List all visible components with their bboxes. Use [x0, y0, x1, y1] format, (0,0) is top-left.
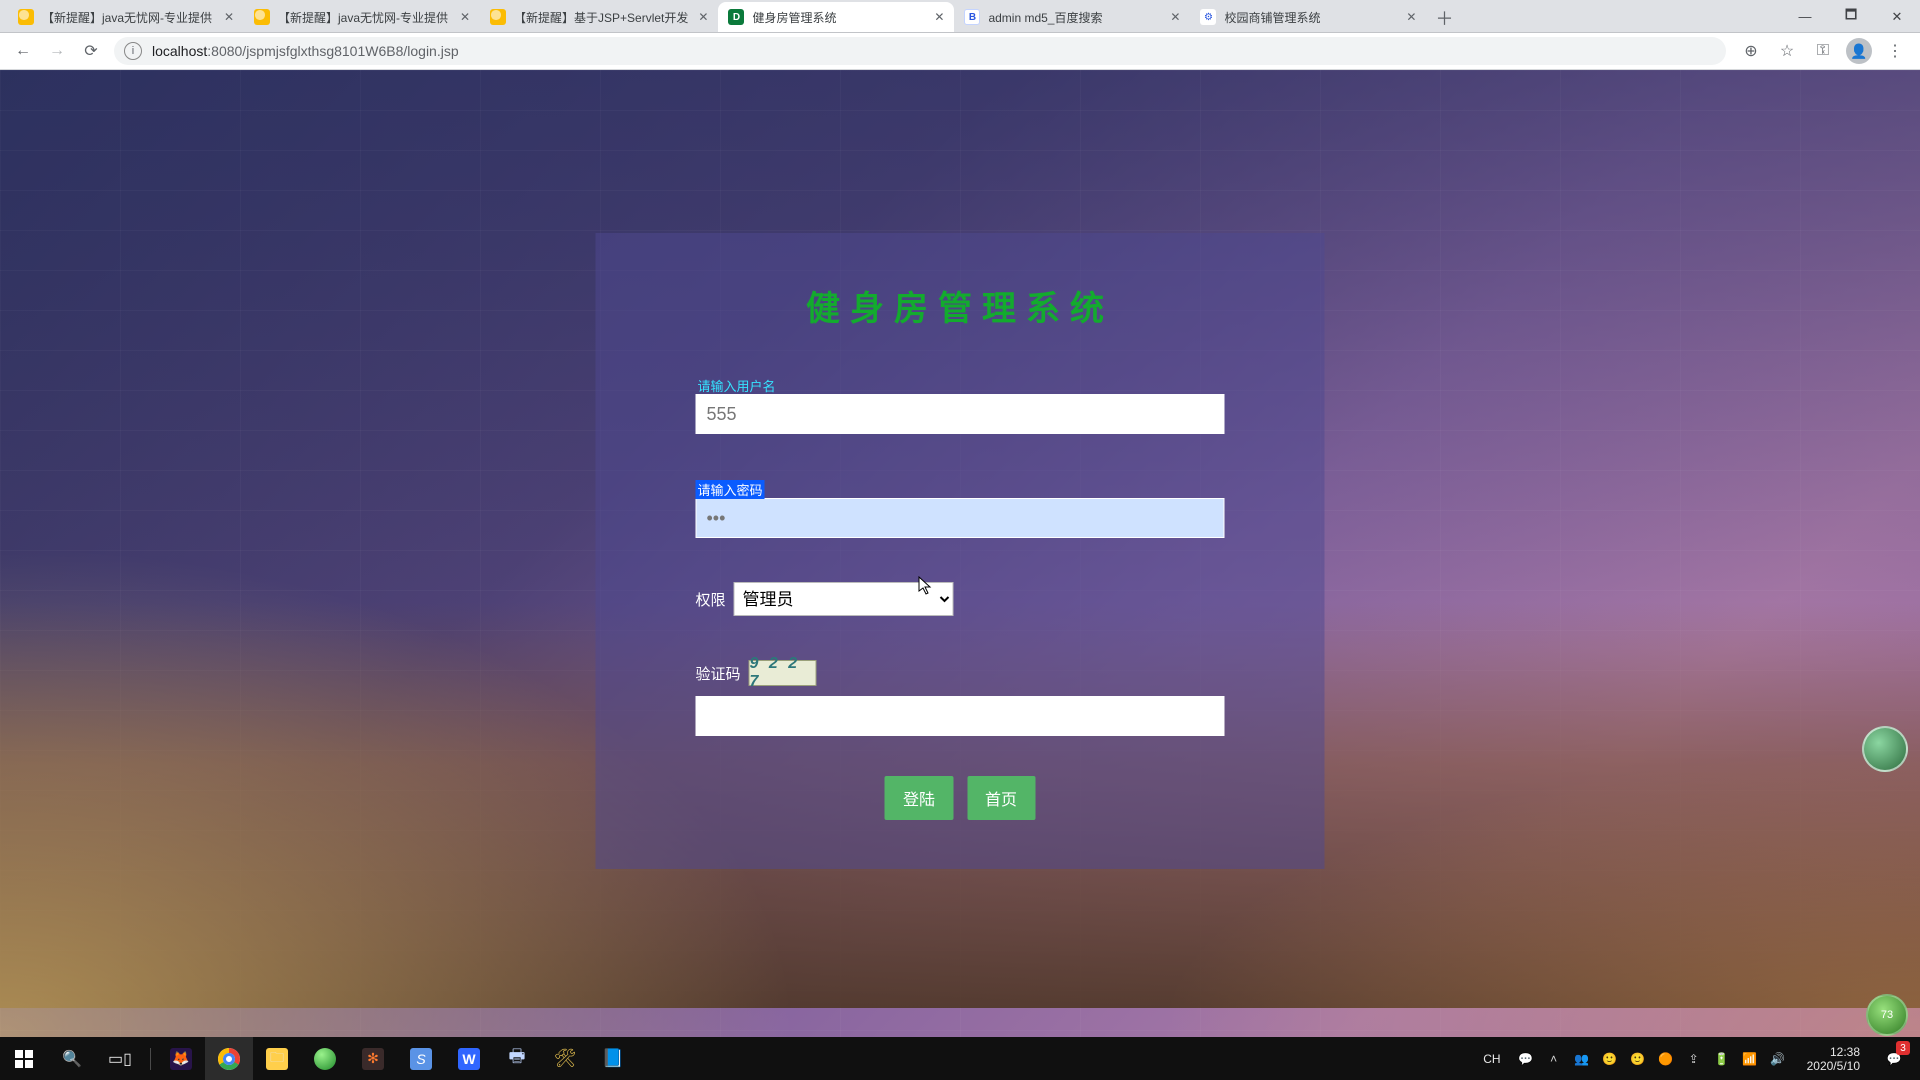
close-icon[interactable]: ✕: [458, 10, 472, 24]
taskbar-app-chrome[interactable]: [205, 1037, 253, 1080]
taskbar-app-firefox[interactable]: 🦊: [157, 1037, 205, 1080]
profile-avatar-button[interactable]: 👤: [1844, 37, 1874, 65]
favicon-icon: D: [728, 9, 744, 25]
taskbar-clock[interactable]: 12:38 2020/5/10: [1797, 1045, 1870, 1073]
username-label: 请输入用户名: [696, 376, 778, 395]
browser-tab-5[interactable]: B admin md5_百度搜索 ✕: [954, 2, 1190, 32]
close-icon[interactable]: ✕: [696, 10, 710, 24]
taskbar-app-tools[interactable]: 🛠: [541, 1037, 589, 1080]
window-maximize-button[interactable]: 🗖: [1828, 0, 1874, 33]
captcha-image[interactable]: 9 2 2 7: [749, 660, 817, 686]
accelerator-number: 73: [1881, 1009, 1893, 1021]
tray-orange-icon[interactable]: 🟠: [1657, 1050, 1675, 1068]
taskbar-app-green[interactable]: [301, 1037, 349, 1080]
browser-tab-strip: 【新提醒】java无忧网-专业提供 ✕ 【新提醒】java无忧网-专业提供 ✕ …: [0, 0, 1920, 33]
chrome-menu-button[interactable]: ⋮: [1880, 37, 1910, 65]
bookmark-star-icon[interactable]: ☆: [1772, 37, 1802, 65]
window-minimize-button[interactable]: —: [1782, 0, 1828, 33]
nav-back-button[interactable]: ←: [6, 36, 40, 66]
role-field: 权限 管理员: [696, 582, 1225, 616]
floating-avatar-icon[interactable]: [1862, 726, 1908, 772]
nav-forward-button[interactable]: →: [40, 36, 74, 66]
tray-wifi-icon[interactable]: 📶: [1741, 1050, 1759, 1068]
address-bar[interactable]: i localhost:8080/jspmjsfglxthsg8101W6B8/…: [114, 37, 1726, 65]
tab-title: 健身房管理系统: [752, 9, 924, 26]
browser-tab-3[interactable]: 【新提醒】基于JSP+Servlet开发 ✕: [480, 2, 718, 32]
new-tab-button[interactable]: ＋: [1430, 4, 1458, 32]
favicon-icon: [490, 9, 506, 25]
login-title: 健身房管理系统: [696, 281, 1225, 330]
action-center-button[interactable]: 💬3: [1872, 1037, 1916, 1080]
favicon-icon: [254, 9, 270, 25]
browser-tab-6[interactable]: ⚙ 校园商铺管理系统 ✕: [1190, 2, 1426, 32]
tray-chat-icon[interactable]: 💬: [1517, 1050, 1535, 1068]
tab-title: admin md5_百度搜索: [988, 9, 1160, 26]
url-host: localhost: [152, 43, 207, 59]
role-label: 权限: [696, 589, 726, 610]
home-button[interactable]: 首页: [967, 776, 1035, 820]
close-icon[interactable]: ✕: [1168, 10, 1182, 24]
tray-battery-icon[interactable]: 🔋: [1713, 1050, 1731, 1068]
zoom-icon[interactable]: ⊕: [1736, 37, 1766, 65]
notification-badge: 3: [1896, 1041, 1910, 1055]
role-select[interactable]: 管理员: [734, 582, 954, 616]
tray-usb-icon[interactable]: ⇪: [1685, 1050, 1703, 1068]
page-content: 健身房管理系统 请输入用户名 请输入密码 权限 管理员 验证码 9 2 2 7 …: [0, 70, 1920, 1037]
window-close-button[interactable]: ✕: [1874, 0, 1920, 33]
login-button[interactable]: 登陆: [885, 776, 953, 820]
captcha-input[interactable]: [696, 696, 1225, 736]
tab-title: 【新提醒】java无忧网-专业提供: [278, 9, 450, 26]
site-info-icon[interactable]: i: [124, 42, 142, 60]
close-icon[interactable]: ✕: [1404, 10, 1418, 24]
clock-time: 12:38: [1807, 1045, 1860, 1059]
tab-title: 校园商铺管理系统: [1224, 9, 1396, 26]
url-path: :8080/jspmjsfglxthsg8101W6B8/login.jsp: [207, 43, 458, 59]
clock-date: 2020/5/10: [1807, 1059, 1860, 1073]
tray-overflow-icon[interactable]: ˄: [1545, 1050, 1563, 1068]
taskbar-app-wps[interactable]: W: [445, 1037, 493, 1080]
close-icon[interactable]: ✕: [932, 10, 946, 24]
task-view-button[interactable]: ▭▯: [96, 1037, 144, 1080]
browser-tab-2[interactable]: 【新提醒】java无忧网-专业提供 ✕: [244, 2, 480, 32]
tray-face2-icon[interactable]: 🙂: [1629, 1050, 1647, 1068]
taskbar-app-ide[interactable]: ✻: [349, 1037, 397, 1080]
password-field: 请输入密码: [696, 478, 1225, 538]
favicon-icon: [18, 9, 34, 25]
taskbar-app-notes[interactable]: 📘: [589, 1037, 637, 1080]
start-button[interactable]: [0, 1037, 48, 1080]
browser-tab-1[interactable]: 【新提醒】java无忧网-专业提供 ✕: [8, 2, 244, 32]
tray-face1-icon[interactable]: 🙂: [1601, 1050, 1619, 1068]
login-panel: 健身房管理系统 请输入用户名 请输入密码 权限 管理员 验证码 9 2 2 7 …: [596, 233, 1325, 869]
close-icon[interactable]: ✕: [222, 10, 236, 24]
taskbar-app-script[interactable]: S: [397, 1037, 445, 1080]
username-input[interactable]: [696, 394, 1225, 434]
nav-reload-button[interactable]: ⟳: [74, 36, 108, 66]
tab-title: 【新提醒】基于JSP+Servlet开发: [514, 9, 688, 26]
password-input[interactable]: [696, 498, 1225, 538]
favicon-icon: ⚙: [1200, 9, 1216, 25]
tray-people-icon[interactable]: 👥: [1573, 1050, 1591, 1068]
system-tray[interactable]: 💬 ˄ 👥 🙂 🙂 🟠 ⇪ 🔋 📶 🔊: [1509, 1050, 1795, 1068]
windows-taskbar: 🔍 ▭▯ 🦊 🗀 ✻ S W 🖶 🛠 📘 CH 💬 ˄ 👥 🙂 🙂 🟠 ⇪ 🔋 …: [0, 1037, 1920, 1080]
password-key-icon[interactable]: ⚿: [1808, 37, 1838, 65]
username-field: 请输入用户名: [696, 374, 1225, 434]
floating-accelerator-icon[interactable]: 73: [1866, 994, 1908, 1036]
tab-title: 【新提醒】java无忧网-专业提供: [42, 9, 214, 26]
taskbar-separator: [150, 1048, 151, 1070]
taskbar-app-printer[interactable]: 🖶: [493, 1037, 541, 1080]
captcha-field: 验证码 9 2 2 7: [696, 660, 1225, 686]
tray-volume-icon[interactable]: 🔊: [1769, 1050, 1787, 1068]
browser-tab-4-active[interactable]: D 健身房管理系统 ✕: [718, 2, 954, 32]
browser-toolbar: ← → ⟳ i localhost:8080/jspmjsfglxthsg810…: [0, 33, 1920, 70]
taskbar-search-button[interactable]: 🔍: [48, 1037, 96, 1080]
ime-indicator[interactable]: CH: [1477, 1052, 1506, 1066]
captcha-label: 验证码: [696, 663, 741, 684]
favicon-icon: B: [964, 9, 980, 25]
password-label: 请输入密码: [696, 480, 765, 499]
taskbar-app-explorer[interactable]: 🗀: [253, 1037, 301, 1080]
